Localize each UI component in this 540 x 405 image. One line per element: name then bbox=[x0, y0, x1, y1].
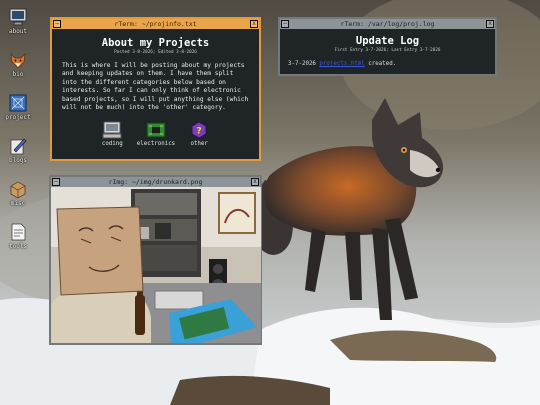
category-electronics[interactable]: electronics bbox=[137, 121, 175, 147]
post-meta: Posted 3-8-2026; Edited 3-8-2026 bbox=[114, 50, 197, 55]
about-projects-window: – rTerm: ~/projinfo.txt x About my Proje… bbox=[50, 17, 261, 161]
desktop-icon-label: tools bbox=[8, 243, 28, 250]
close-button[interactable]: x bbox=[486, 20, 494, 28]
desktop-icon-misc[interactable]: misc bbox=[2, 176, 34, 219]
window-titlebar[interactable]: – rTerm: /var/log/proj.log x bbox=[280, 19, 495, 29]
minimize-button[interactable]: – bbox=[53, 20, 61, 28]
window-title: rImg: ~/img/drunkard.png bbox=[108, 178, 203, 186]
window-titlebar[interactable]: – rImg: ~/img/drunkard.png x bbox=[51, 177, 260, 187]
desktop-icon-blogs[interactable]: blogs bbox=[2, 133, 34, 176]
box-icon bbox=[10, 181, 26, 199]
desktop-icon-bio[interactable]: bio bbox=[2, 47, 34, 90]
category-other[interactable]: ? other bbox=[189, 121, 209, 147]
category-label: electronics bbox=[136, 141, 176, 148]
page-title: About my Projects bbox=[101, 37, 210, 49]
image-viewer-window: – rImg: ~/img/drunkard.png x bbox=[49, 175, 262, 345]
computer-icon bbox=[102, 121, 122, 139]
desktop-icon-project[interactable]: project bbox=[2, 90, 34, 133]
minimize-button[interactable]: – bbox=[52, 178, 60, 186]
close-button[interactable]: x bbox=[251, 178, 259, 186]
category-list: coding electronics ? other bbox=[62, 121, 249, 147]
log-entry-text: created. bbox=[368, 61, 397, 67]
pen-icon bbox=[10, 138, 27, 155]
desktop-icon-label: bio bbox=[12, 71, 24, 78]
fox-icon bbox=[10, 53, 26, 69]
displayed-image bbox=[51, 187, 261, 343]
desktop-icons: about bio project blogs misc tools bbox=[2, 4, 34, 262]
category-coding[interactable]: coding bbox=[102, 121, 123, 147]
desktop-icon-label: misc bbox=[10, 200, 26, 207]
log-entry-link[interactable]: projects.html bbox=[319, 61, 364, 67]
svg-text:?: ? bbox=[197, 127, 202, 137]
document-icon bbox=[11, 223, 26, 241]
desktop-icon-tools[interactable]: tools bbox=[2, 219, 34, 262]
blueprint-icon bbox=[9, 94, 27, 112]
circuit-board-icon bbox=[146, 122, 166, 138]
update-log-window: – rTerm: /var/log/proj.log x Update Log … bbox=[278, 17, 497, 76]
log-entry-date: 3-7-2026 bbox=[288, 61, 316, 67]
log-heading: Update Log bbox=[355, 35, 420, 47]
question-mark-icon: ? bbox=[191, 121, 207, 140]
category-label: coding bbox=[101, 141, 123, 148]
close-button[interactable]: x bbox=[250, 20, 258, 28]
desktop-icon-label: about bbox=[8, 28, 28, 35]
window-titlebar[interactable]: – rTerm: ~/projinfo.txt x bbox=[52, 19, 259, 29]
log-meta: First Entry 3-7-2026; Last Entry 3-7-202… bbox=[334, 48, 441, 53]
about-paragraph: This is where I will be posting about my… bbox=[62, 62, 249, 112]
window-content: About my Projects Posted 3-8-2026; Edite… bbox=[52, 29, 259, 147]
category-label: other bbox=[190, 141, 208, 148]
log-entry: 3-7-2026 projects.html created. bbox=[288, 61, 487, 67]
desktop-icon-label: project bbox=[5, 114, 31, 121]
minimize-button[interactable]: – bbox=[281, 20, 289, 28]
window-title: rTerm: /var/log/proj.log bbox=[340, 20, 435, 28]
monitor-icon bbox=[9, 8, 27, 26]
window-title: rTerm: ~/projinfo.txt bbox=[114, 20, 197, 28]
desktop-icon-about[interactable]: about bbox=[2, 4, 34, 47]
window-content: Update Log First Entry 3-7-2026; Last En… bbox=[280, 29, 495, 73]
desktop-icon-label: blogs bbox=[8, 157, 28, 164]
